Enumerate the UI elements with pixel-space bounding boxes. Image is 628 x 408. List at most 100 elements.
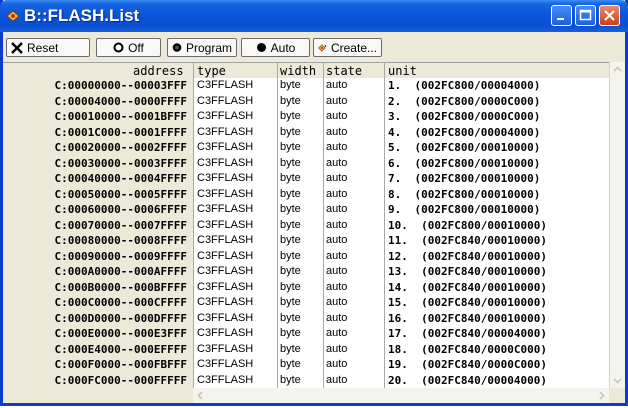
cell-unit: 7. (002FC800/00010000) — [388, 172, 541, 185]
create-label: Create... — [330, 40, 377, 55]
table-header: address type width state unit — [3, 63, 609, 78]
cell-unit: 12. (002FC840/00010000) — [388, 249, 547, 263]
table-row[interactable]: C:00010000--0001BFFF C3FFLASH byte auto 3. (… — [3, 110, 609, 124]
column-header-width[interactable]: width — [280, 64, 316, 78]
maximize-button[interactable] — [575, 5, 596, 26]
cell-width: byte — [280, 296, 301, 308]
close-button[interactable] — [599, 5, 620, 26]
cell-type: C3FFLASH — [197, 79, 254, 91]
table-row[interactable]: C:0001C000--0001FFFF C3FFLASH byte auto 4. (… — [3, 126, 609, 140]
table-row[interactable]: C:000E4000--000EFFFF C3FFLASH byte auto 18. … — [3, 343, 609, 357]
cell-address: C:0001C000--0001FFFF — [54, 125, 187, 139]
scroll-down-button[interactable] — [610, 373, 625, 388]
off-button[interactable]: Off — [96, 38, 161, 57]
table-row[interactable]: C:00080000--0008FFFF C3FFLASH byte auto 11. … — [3, 234, 609, 248]
cell-state: auto — [326, 141, 348, 153]
column-divider — [323, 63, 324, 389]
table-row[interactable]: C:00050000--0005FFFF C3FFLASH byte auto 8. (… — [3, 188, 609, 202]
create-button[interactable]: Create... — [313, 38, 382, 57]
cell-address: C:000F0000--000FBFFF — [54, 358, 187, 371]
cell-unit: 15. (002FC840/00010000) — [388, 296, 547, 309]
cell-type: C3FFLASH — [197, 296, 254, 308]
minimize-button[interactable] — [551, 5, 572, 26]
column-header-state[interactable]: state — [326, 64, 362, 78]
column-divider — [193, 63, 194, 389]
table-row[interactable]: C:00020000--0002FFFF C3FFLASH byte auto 5. (… — [3, 141, 609, 155]
cell-state: auto — [326, 249, 348, 262]
cell-width: byte — [280, 358, 301, 370]
cell-unit: 19. (002FC840/0000C000) — [388, 358, 547, 371]
flash-table: address type width state unit C:00000000… — [3, 62, 609, 389]
cell-address: C:000E0000--000E3FFF — [54, 327, 187, 340]
cell-width: byte — [280, 79, 301, 91]
table-row[interactable]: C:00070000--0007FFFF C3FFLASH byte auto 10. … — [3, 219, 609, 233]
table-row[interactable]: C:00040000--0004FFFF C3FFLASH byte auto 7. (… — [3, 172, 609, 186]
column-header-address[interactable]: address — [133, 64, 184, 78]
cell-address: C:00060000--0006FFFF — [54, 203, 187, 216]
reset-button[interactable]: Reset — [6, 38, 90, 57]
column-header-type[interactable]: type — [197, 64, 226, 78]
cell-type: C3FFLASH — [197, 218, 254, 231]
scroll-right-button[interactable] — [594, 388, 609, 403]
cell-address: C:000D0000--000DFFFF — [54, 311, 187, 325]
cell-state: auto — [326, 265, 348, 277]
minimize-icon — [557, 18, 564, 20]
cell-width: byte — [280, 94, 301, 107]
cell-state: auto — [326, 218, 348, 231]
program-button[interactable]: Program — [167, 38, 237, 57]
cell-width: byte — [280, 280, 301, 293]
cell-address: C:000A0000--000AFFFF — [54, 265, 187, 278]
cell-address: C:00070000--0007FFFF — [54, 218, 187, 232]
table-row[interactable]: C:00060000--0006FFFF C3FFLASH byte auto 9. (… — [3, 203, 609, 217]
cell-unit: 6. (002FC800/00010000) — [388, 156, 541, 170]
column-header-unit[interactable]: unit — [388, 64, 417, 78]
horizontal-scrollbar[interactable] — [3, 388, 609, 403]
table-row[interactable]: C:00030000--0003FFFF C3FFLASH byte auto 6. (… — [3, 157, 609, 171]
vertical-scrollbar[interactable] — [609, 62, 625, 388]
table-row[interactable]: C:00090000--0009FFFF C3FFLASH byte auto 12. … — [3, 250, 609, 264]
cell-width: byte — [280, 265, 301, 277]
table-row[interactable]: C:000A0000--000AFFFF C3FFLASH byte auto 13. … — [3, 265, 609, 279]
x-mark-icon — [11, 41, 23, 54]
cell-unit: 16. (002FC840/00010000) — [388, 311, 547, 325]
size-grip[interactable] — [609, 388, 625, 403]
close-icon — [604, 10, 615, 21]
table-row[interactable]: C:000FC000--000FFFFF C3FFLASH byte auto 20. … — [3, 374, 609, 388]
chevron-left-icon — [197, 391, 203, 400]
cell-address: C:00090000--0009FFFF — [54, 249, 187, 263]
cell-state: auto — [326, 296, 348, 308]
cell-state: auto — [326, 311, 348, 324]
cell-address: C:000FC000--000FFFFF — [54, 373, 187, 387]
horizontal-scroll-track[interactable] — [193, 388, 609, 403]
hollow-circle-icon — [113, 42, 124, 53]
cell-address: C:00000000--00003FFF — [54, 79, 187, 92]
cell-state: auto — [326, 203, 348, 215]
cell-address: C:000B0000--000BFFFF — [54, 280, 187, 294]
column-divider — [277, 63, 278, 389]
title-bar[interactable]: B::FLASH.List — [0, 0, 628, 32]
table-row[interactable]: C:000E0000--000E3FFF C3FFLASH byte auto 17. … — [3, 327, 609, 341]
cell-width: byte — [280, 327, 301, 339]
table-row[interactable]: C:00000000--00003FFF C3FFLASH byte auto 1. (… — [3, 79, 609, 93]
cell-type: C3FFLASH — [197, 125, 254, 138]
cell-state: auto — [326, 172, 348, 184]
cell-state: auto — [326, 234, 348, 246]
auto-button[interactable]: Auto — [241, 38, 310, 57]
table-row[interactable]: C:000D0000--000DFFFF C3FFLASH byte auto 16. … — [3, 312, 609, 326]
scroll-left-button[interactable] — [193, 388, 208, 403]
trace32-icon — [6, 10, 20, 22]
cell-width: byte — [280, 203, 301, 215]
cell-unit: 4. (002FC800/00004000) — [388, 125, 541, 139]
maximize-icon — [579, 9, 592, 21]
cell-unit: 17. (002FC840/00004000) — [388, 327, 547, 340]
table-row[interactable]: C:00004000--0000FFFF C3FFLASH byte auto 2. (… — [3, 95, 609, 109]
table-row[interactable]: C:000F0000--000FBFFF C3FFLASH byte auto 19. … — [3, 358, 609, 372]
scroll-up-button[interactable] — [610, 62, 625, 77]
filled-circle-icon — [256, 43, 266, 52]
cell-type: C3FFLASH — [197, 156, 254, 169]
table-row[interactable]: C:000B0000--000BFFFF C3FFLASH byte auto 14. … — [3, 281, 609, 295]
off-label: Off — [128, 40, 144, 55]
toolbar: Reset Off Program Auto Create... — [3, 32, 625, 62]
cell-type: C3FFLASH — [197, 280, 254, 293]
table-row[interactable]: C:000C0000--000CFFFF C3FFLASH byte auto 15. … — [3, 296, 609, 310]
